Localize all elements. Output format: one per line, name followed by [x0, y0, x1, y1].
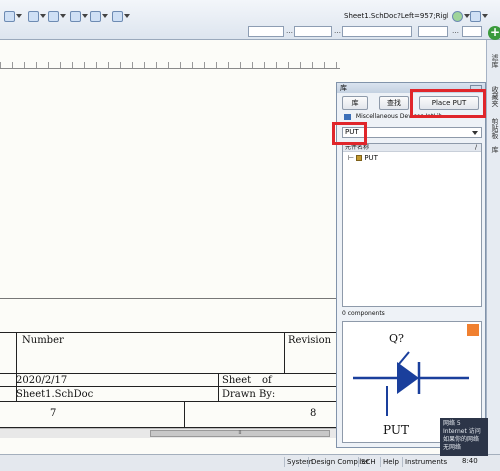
- forward-icon: [452, 10, 463, 22]
- bus-tool-button[interactable]: [28, 9, 46, 23]
- main-toolbar: Sheet1.SchDoc?Left=957;Right … … … +: [0, 0, 500, 40]
- component-count: 0 components: [342, 310, 385, 317]
- dropdown-arrow-icon: [16, 14, 22, 18]
- component-name-column: 元件名称: [345, 144, 370, 151]
- scrollbar-thumb[interactable]: ⁞⁞: [150, 430, 330, 437]
- horizontal-scrollbar[interactable]: ⁞⁞: [0, 428, 338, 438]
- notification-line: 无网络: [443, 444, 462, 451]
- wire-tool-button[interactable]: [4, 9, 22, 23]
- component-row-label: PUT: [364, 154, 378, 162]
- side-panel-tabs: 滤库 收藏夹 剪贴板 库: [486, 40, 500, 454]
- title-block-line: [218, 373, 219, 401]
- preview-component-name: PUT: [383, 423, 409, 437]
- libraries-button[interactable]: 库: [342, 96, 368, 110]
- separator-dots: …: [334, 27, 341, 35]
- separator-dots: …: [452, 27, 459, 35]
- bus-icon: [28, 10, 39, 22]
- title-drawn-by-label: Drawn By:: [222, 389, 276, 400]
- highlight-filter-input: [332, 122, 367, 145]
- filter-combo-1[interactable]: [248, 26, 284, 37]
- component-list-header[interactable]: 元件名称 /: [343, 144, 481, 152]
- home-icon: [470, 10, 481, 22]
- status-bar: System Design Compiler SCH Help Instrume…: [0, 454, 500, 471]
- title-block-line: [0, 401, 340, 402]
- notification-line: 网络 5: [443, 420, 461, 427]
- tree-line-icon: ⊢: [348, 154, 357, 162]
- title-number-label: Number: [22, 335, 64, 346]
- border-line-top: [0, 68, 340, 69]
- statusbar-tab-instruments[interactable]: Instruments: [402, 457, 449, 467]
- system-clock: 8:40: [462, 457, 478, 465]
- statusbar-tab-help[interactable]: Help: [380, 457, 401, 467]
- thyristor-triangle: [397, 362, 419, 394]
- dropdown-arrow-icon: [102, 14, 108, 18]
- filter-combo-5[interactable]: [462, 26, 482, 37]
- sheet-symbol-icon: [90, 10, 101, 22]
- document-address[interactable]: Sheet1.SchDoc?Left=957;Right: [344, 10, 448, 22]
- dropdown-arrow-icon: [124, 14, 130, 18]
- title-block-line: [184, 401, 185, 427]
- zone-label-8: 8: [310, 408, 317, 419]
- dropdown-arrow-icon: [82, 14, 88, 18]
- power-tool-button[interactable]: [48, 9, 66, 23]
- component-row-put[interactable]: ⊢ PUT: [343, 154, 481, 163]
- highlight-place-button: [410, 89, 486, 118]
- statusbar-tab-sch[interactable]: SCH: [358, 457, 378, 467]
- title-block-line: [0, 373, 340, 374]
- title-file-name: Sheet1.SchDoc: [16, 389, 94, 400]
- title-block-line: [284, 332, 285, 374]
- title-revision-label: Revision: [288, 335, 332, 346]
- preview-designator: Q?: [389, 332, 404, 345]
- dropdown-arrow-icon: [482, 14, 488, 18]
- column-sort-marker: /: [474, 144, 477, 151]
- title-date: 2020/2/17: [16, 375, 68, 386]
- component-chip-icon: [356, 155, 363, 161]
- title-block-line: [0, 332, 340, 333]
- title-of-label: of: [262, 375, 272, 386]
- grid-button[interactable]: [112, 9, 130, 23]
- border-line-bottom: [0, 298, 340, 299]
- filter-combo-3[interactable]: [342, 26, 412, 37]
- side-tab-clipboard[interactable]: 剪贴板: [489, 118, 499, 139]
- side-tab-library[interactable]: 库: [489, 146, 499, 153]
- app-window: Sheet1.SchDoc?Left=957;Right … … … + Num…: [0, 0, 500, 471]
- gate-lead: [398, 351, 410, 365]
- search-button[interactable]: 查找: [379, 96, 409, 110]
- dropdown-arrow-icon[interactable]: [472, 131, 478, 135]
- title-block-line: [0, 386, 340, 387]
- nav-home-button[interactable]: [470, 9, 488, 23]
- notification-line: 如果你的网络: [443, 436, 480, 443]
- filter-combo-2[interactable]: [294, 26, 332, 37]
- component-list[interactable]: 元件名称 / ⊢ PUT: [342, 143, 482, 307]
- filter-combo-4[interactable]: [418, 26, 448, 37]
- side-tab-favorites[interactable]: 收藏夹: [489, 86, 499, 107]
- dropdown-arrow-icon: [60, 14, 66, 18]
- port-tool-button[interactable]: [70, 9, 88, 23]
- library-panel-title-text: 库: [340, 84, 347, 92]
- dropdown-arrow-icon: [40, 14, 46, 18]
- power-port-icon: [48, 10, 59, 22]
- side-tab-filter[interactable]: 滤库: [489, 54, 499, 68]
- sheet-symbol-button[interactable]: [90, 9, 108, 23]
- nav-forward-button[interactable]: [452, 9, 470, 23]
- separator-dots: …: [286, 27, 293, 35]
- overlay-badge-icon: [467, 324, 479, 336]
- network-notification[interactable]: 网络 5 Internet 访问 如果你的网络 无网络: [440, 418, 488, 456]
- wire-icon: [4, 10, 15, 22]
- notification-line: Internet 访问: [443, 428, 481, 435]
- add-icon[interactable]: +: [488, 26, 500, 40]
- title-sheet-label: Sheet: [222, 375, 252, 386]
- library-book-icon: [344, 113, 351, 120]
- zone-label-7: 7: [50, 408, 57, 419]
- port-icon: [70, 10, 81, 22]
- grid-icon: [112, 10, 123, 22]
